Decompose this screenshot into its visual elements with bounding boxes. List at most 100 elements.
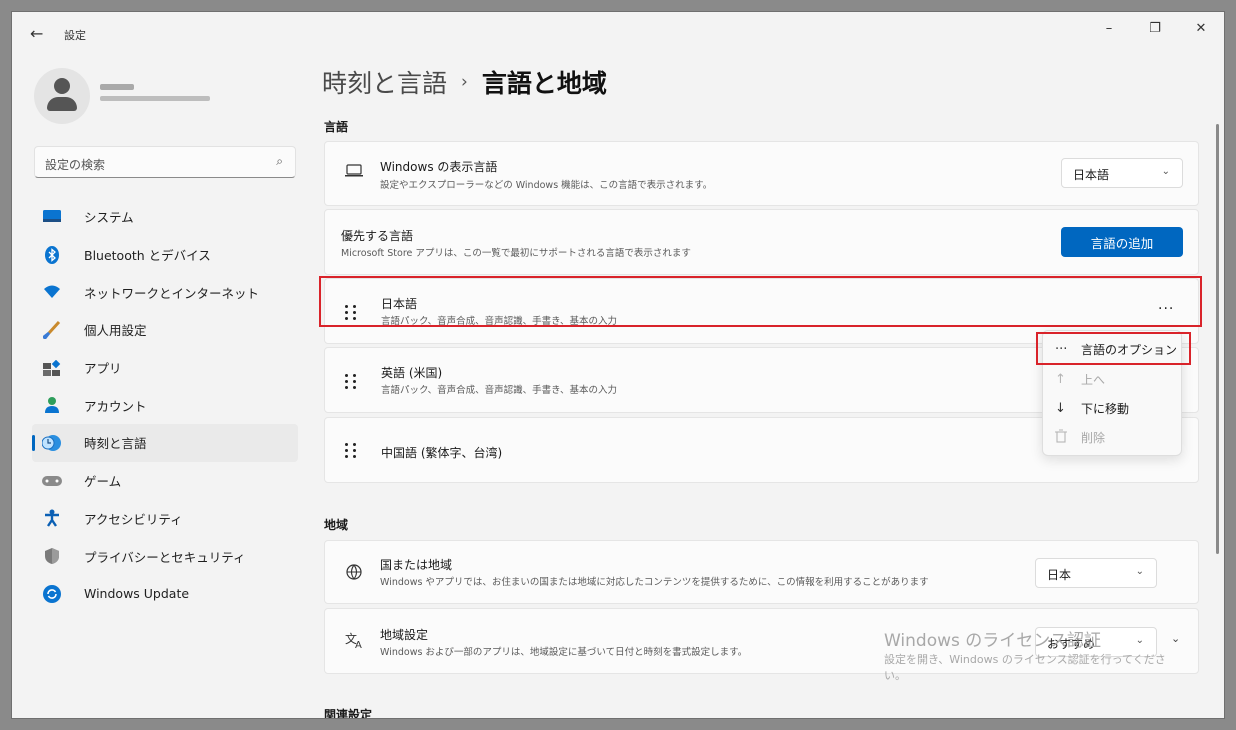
sidebar-item-label: アカウント bbox=[84, 398, 147, 414]
sidebar-item-label: 時刻と言語 bbox=[84, 436, 147, 452]
expand-chevron-icon[interactable]: ⌄ bbox=[1171, 632, 1180, 645]
update-icon bbox=[42, 584, 62, 604]
sidebar-item-label: システム bbox=[84, 210, 134, 226]
title-bar: ← 設定 – ❐ ✕ bbox=[12, 12, 1224, 56]
sidebar-item-label: ネットワークとインターネット bbox=[84, 285, 260, 301]
section-title-related: 関連設定 bbox=[324, 708, 373, 718]
menu-item-remove[interactable]: 削除 bbox=[1043, 423, 1183, 452]
sidebar-item-personalization[interactable]: 個人用設定 bbox=[32, 311, 298, 349]
brush-icon bbox=[42, 320, 62, 340]
back-arrow-icon[interactable]: ← bbox=[30, 24, 43, 43]
sidebar-item-privacy[interactable]: プライバシーとセキュリティ bbox=[32, 537, 298, 575]
country-select[interactable]: 日本 ⌄ bbox=[1035, 558, 1157, 588]
display-language-card: Windows の表示言語 設定やエクスプローラーなどの Windows 機能は… bbox=[324, 141, 1199, 206]
menu-item-label: 上へ bbox=[1081, 373, 1106, 387]
regional-format-subtitle: Windows および一部のアプリは、地域設定に基づいて日付と時刻を書式設定しま… bbox=[380, 647, 748, 658]
regional-format-title: 地域設定 bbox=[380, 628, 429, 642]
country-region-card: 国または地域 Windows やアプリでは、お住まいの国または地域に対応したコン… bbox=[324, 540, 1199, 604]
language-features: 言語パック、音声合成、音声認識、手書き、基本の入力 bbox=[381, 385, 617, 396]
active-indicator bbox=[32, 435, 35, 452]
drag-handle-icon[interactable] bbox=[345, 443, 359, 459]
page-title: 言語と地域 bbox=[481, 69, 607, 98]
country-value: 日本 bbox=[1047, 568, 1072, 582]
profile-email-redacted bbox=[100, 96, 210, 101]
search-placeholder: 設定の検索 bbox=[45, 158, 106, 172]
drag-handle-icon[interactable] bbox=[345, 374, 359, 390]
sidebar-item-label: アプリ bbox=[84, 361, 122, 377]
country-subtitle: Windows やアプリでは、お住まいの国または地域に対応したコンテンツを提供す… bbox=[380, 577, 929, 588]
preferred-language-subtitle: Microsoft Store アプリは、この一覧で最初にサポートされる言語で表… bbox=[341, 248, 691, 259]
activation-watermark-subtitle: 設定を開き、Windows のライセンス認証を行ってください。 bbox=[884, 653, 1166, 682]
sidebar-item-windows-update[interactable]: Windows Update bbox=[32, 575, 298, 613]
preferred-language-card: 優先する言語 Microsoft Store アプリは、この一覧で最初にサポート… bbox=[324, 209, 1199, 275]
close-button[interactable]: ✕ bbox=[1178, 12, 1224, 44]
window-controls: – ❐ ✕ bbox=[1086, 12, 1224, 44]
preferred-language-title: 優先する言語 bbox=[341, 229, 414, 243]
sidebar-nav: システム Bluetooth とデバイス ネットワークとインターネット 個人用設… bbox=[32, 198, 298, 613]
bluetooth-icon bbox=[42, 245, 62, 265]
display-language-value: 日本語 bbox=[1073, 168, 1110, 182]
person-icon bbox=[42, 395, 62, 415]
arrow-up-icon: ↑ bbox=[1055, 372, 1066, 387]
breadcrumb-separator: › bbox=[461, 72, 468, 92]
laptop-icon bbox=[345, 163, 363, 182]
sidebar-item-system[interactable]: システム bbox=[32, 198, 298, 236]
sidebar-item-label: Windows Update bbox=[84, 586, 190, 602]
minimize-button[interactable]: – bbox=[1086, 12, 1132, 44]
monitor-icon bbox=[42, 207, 62, 227]
display-language-subtitle: 設定やエクスプローラーなどの Windows 機能は、この言語で表示されます。 bbox=[380, 180, 713, 191]
activation-watermark-title: Windows のライセンス認証 bbox=[884, 631, 1101, 651]
chevron-down-icon: ⌄ bbox=[1161, 166, 1170, 177]
highlight-box-language-options bbox=[1036, 332, 1191, 365]
menu-item-label: 削除 bbox=[1081, 431, 1106, 445]
sidebar-item-label: Bluetooth とデバイス bbox=[84, 248, 211, 264]
trash-icon bbox=[1055, 428, 1081, 447]
breadcrumb: 時刻と言語 › 言語と地域 bbox=[322, 64, 607, 100]
menu-item-move-down[interactable]: ↓ 下に移動 bbox=[1043, 394, 1183, 423]
language-format-icon: 文A bbox=[345, 631, 365, 653]
display-language-select[interactable]: 日本語 ⌄ bbox=[1061, 158, 1183, 188]
wifi-icon bbox=[42, 282, 62, 302]
arrow-down-icon: ↓ bbox=[1055, 401, 1066, 416]
country-title: 国または地域 bbox=[380, 558, 453, 572]
sidebar-item-network[interactable]: ネットワークとインターネット bbox=[32, 273, 298, 311]
apps-icon bbox=[42, 358, 62, 378]
add-language-button[interactable]: 言語の追加 bbox=[1061, 227, 1183, 257]
sidebar-item-label: 個人用設定 bbox=[84, 323, 147, 339]
svg-text:A: A bbox=[355, 640, 362, 649]
section-title-region: 地域 bbox=[324, 518, 349, 532]
sidebar-item-bluetooth[interactable]: Bluetooth とデバイス bbox=[32, 236, 298, 274]
language-name: 中国語 (繁体字、台湾) bbox=[381, 446, 503, 460]
chevron-down-icon: ⌄ bbox=[1135, 566, 1144, 577]
sidebar-item-label: プライバシーとセキュリティ bbox=[84, 549, 246, 565]
language-name: 英語 (米国) bbox=[381, 366, 443, 380]
sidebar-item-apps[interactable]: アプリ bbox=[32, 349, 298, 387]
clock-globe-icon bbox=[42, 433, 62, 453]
highlight-box-language-row bbox=[319, 276, 1202, 327]
sidebar-item-accessibility[interactable]: アクセシビリティ bbox=[32, 500, 298, 538]
globe-icon bbox=[345, 563, 363, 585]
settings-window: ← 設定 – ❐ ✕ 設定の検索 ⌕ システム Bluetooth とデバイス … bbox=[12, 12, 1224, 718]
sidebar-item-label: アクセシビリティ bbox=[84, 511, 183, 527]
sidebar-item-gaming[interactable]: ゲーム bbox=[32, 462, 298, 500]
app-title: 設定 bbox=[64, 29, 86, 42]
menu-item-move-up[interactable]: ↑ 上へ bbox=[1043, 365, 1183, 394]
section-title-language: 言語 bbox=[324, 120, 349, 134]
sidebar-item-time-language[interactable]: 時刻と言語 bbox=[32, 424, 298, 462]
search-input[interactable]: 設定の検索 ⌕ bbox=[34, 146, 296, 178]
search-icon: ⌕ bbox=[276, 154, 283, 168]
menu-item-label: 下に移動 bbox=[1081, 402, 1130, 416]
sidebar-item-label: ゲーム bbox=[84, 474, 122, 490]
shield-icon bbox=[42, 546, 62, 566]
restore-button[interactable]: ❐ bbox=[1132, 12, 1178, 44]
gamepad-icon bbox=[42, 471, 62, 491]
accessibility-icon bbox=[42, 508, 62, 528]
display-language-title: Windows の表示言語 bbox=[380, 160, 498, 174]
profile-name-redacted bbox=[100, 84, 134, 90]
avatar bbox=[34, 68, 90, 124]
chevron-down-icon: ⌄ bbox=[1135, 635, 1144, 646]
breadcrumb-parent[interactable]: 時刻と言語 bbox=[322, 64, 447, 100]
scrollbar[interactable] bbox=[1216, 124, 1219, 554]
sidebar-item-accounts[interactable]: アカウント bbox=[32, 386, 298, 424]
user-profile[interactable] bbox=[34, 68, 314, 128]
